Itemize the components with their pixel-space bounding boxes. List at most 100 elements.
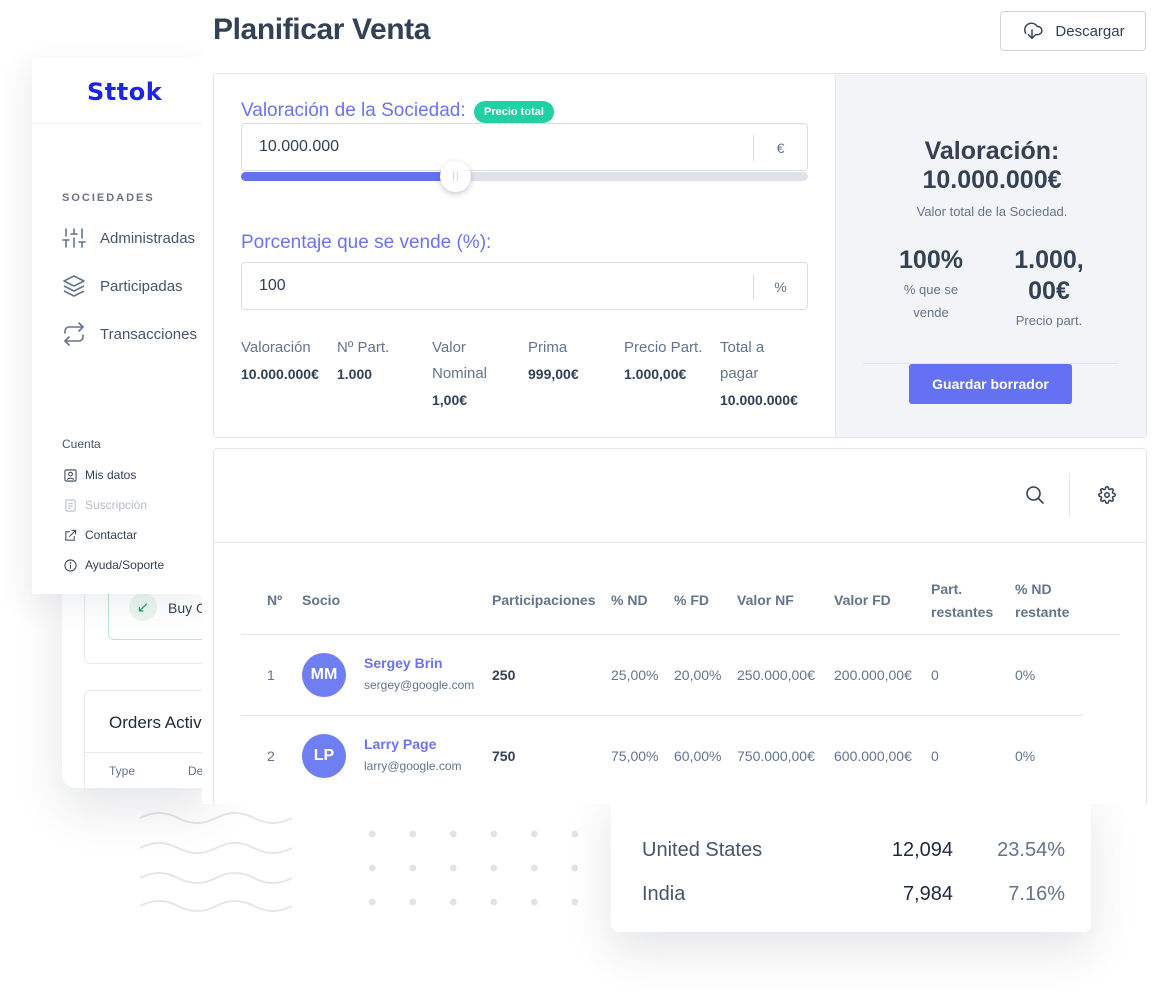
sliders-icon — [62, 226, 86, 250]
share-price-value-line: 1.000, — [1014, 246, 1084, 274]
avatar: MM — [302, 653, 346, 697]
layers-icon — [62, 274, 86, 298]
socio-email: sergey@google.com — [364, 678, 475, 692]
valuation-input[interactable] — [259, 124, 739, 170]
summary-label: Valor — [432, 339, 466, 356]
header-line: Part. — [931, 581, 963, 597]
percent-sold-value: 100% — [899, 246, 963, 274]
summary-label: Prima — [528, 339, 568, 356]
slider-fill — [241, 172, 457, 181]
cell-fd: 20,00% — [674, 667, 722, 683]
summary-value: 1,00€ — [432, 392, 468, 408]
summary-card: Valoración: 10.000.000€ Valor total de l… — [836, 74, 1146, 437]
country-value: 7,984 — [902, 883, 953, 905]
sidebar-item-administradas[interactable]: Administradas — [62, 224, 195, 252]
country-name: India — [642, 883, 686, 905]
socio-name[interactable]: Larry Page — [364, 736, 436, 752]
account-item-suscripcion[interactable]: Suscripción — [63, 496, 147, 514]
search-icon — [1026, 486, 1044, 504]
column-header-valor-fd[interactable]: Valor FD — [834, 589, 891, 612]
cell-valor-fd: 200.000,00€ — [834, 667, 912, 683]
sidebar-item-participadas[interactable]: Participadas — [62, 272, 183, 300]
swap-arrows-icon — [62, 322, 86, 346]
header-line: restantes — [931, 604, 994, 620]
account-item-label: Ayuda/Soporte — [85, 558, 165, 572]
summary-value: 1.000,00€ — [624, 366, 687, 382]
cell-num: 1 — [267, 667, 275, 683]
country-row: United States 12,094 23.54% — [642, 839, 1065, 869]
valuation-summary-title: Valoración: 10.000.000€ — [836, 137, 1146, 195]
sidebar-item-transacciones[interactable]: Transacciones — [62, 320, 197, 348]
section-label: SOCIEDADES — [62, 192, 155, 204]
account-item-label: Suscripción — [85, 498, 148, 512]
logo[interactable]: Sttok — [87, 78, 162, 106]
account-item-mis-datos[interactable]: Mis datos — [63, 466, 136, 484]
cell-participaciones: 250 — [492, 667, 516, 683]
summary-value: 999,00€ — [528, 366, 579, 382]
summary-label: Nº Part. — [337, 339, 390, 356]
document-icon — [63, 498, 77, 512]
account-label: Cuenta — [62, 437, 101, 451]
percent-suffix: % — [753, 274, 807, 300]
dots-decoration — [365, 825, 615, 910]
column-header-fd[interactable]: % FD — [674, 589, 709, 612]
column-header-participaciones[interactable]: Participaciones — [492, 589, 596, 612]
cell-num: 2 — [267, 748, 275, 764]
percentage-input[interactable] — [259, 263, 739, 309]
cell-nd: 75,00% — [611, 748, 659, 764]
account-item-ayuda[interactable]: Ayuda/Soporte — [63, 556, 164, 574]
cloud-download-icon — [1021, 22, 1043, 40]
share-price-value-line: 00€ — [1028, 277, 1070, 305]
valuation-field: € — [241, 123, 808, 171]
valuation-summary-subtitle: Valor total de la Sociedad. — [916, 204, 1068, 219]
summary-prima: Prima 999,00€ — [528, 335, 624, 387]
divider — [214, 542, 1146, 543]
country-percent: 7.16% — [1008, 883, 1065, 905]
socio-name[interactable]: Sergey Brin — [364, 655, 443, 671]
account-item-label: Contactar — [85, 528, 138, 542]
column-header-socio[interactable]: Socio — [302, 589, 340, 612]
page-title: Planificar Venta — [213, 13, 431, 46]
settings-button[interactable] — [1095, 483, 1119, 507]
arrow-down-left-icon: ↙ — [129, 593, 157, 621]
avatar: LP — [302, 734, 346, 778]
cell-part-restantes: 0 — [931, 748, 939, 764]
cell-part-restantes: 0 — [931, 667, 939, 683]
header-line: restante — [1015, 604, 1070, 620]
cell-valor-nf: 250.000,00€ — [737, 667, 815, 683]
slider-handle[interactable]: || — [440, 161, 472, 192]
download-label: Descargar — [1055, 22, 1125, 40]
search-button[interactable] — [1023, 483, 1047, 507]
summary-npart: Nº Part. 1.000 — [337, 335, 433, 387]
summary-precio: Precio Part. 1.000,00€ — [624, 335, 720, 387]
sidebar-item-label: Administradas — [100, 229, 196, 247]
gear-icon — [1098, 486, 1116, 504]
percent-sold-label-line: % que se — [903, 282, 959, 297]
summary-total: Total a pagar 10.000.000€ — [720, 335, 816, 413]
user-icon — [63, 468, 77, 482]
country-name: United States — [642, 839, 763, 861]
column-header-nd[interactable]: % ND — [611, 589, 648, 612]
wave-decoration — [140, 812, 293, 912]
percent-sold-label: % que se vende — [881, 278, 981, 324]
cell-valor-fd: 600.000,00€ — [834, 748, 912, 764]
valuation-slider[interactable]: || — [241, 161, 808, 192]
column-header-part-restantes[interactable]: Part. restantes — [931, 578, 993, 624]
account-item-contactar[interactable]: Contactar — [63, 526, 137, 544]
summary-value: 10.000.000€ — [241, 366, 319, 382]
column-header-num[interactable]: Nº — [267, 589, 282, 612]
column-header-valor-nf[interactable]: Valor NF — [737, 589, 794, 612]
divider — [1069, 473, 1070, 517]
column-header-nd-restante[interactable]: % ND restante — [1015, 578, 1069, 624]
divider — [241, 634, 1120, 635]
currency-suffix: € — [753, 135, 807, 161]
cell-nd-restante: 0% — [1015, 748, 1036, 764]
price-type-badge[interactable]: Precio total — [474, 101, 554, 123]
valuation-label: Valoración de la Sociedad: — [241, 100, 466, 121]
summary-label: Nominal — [432, 365, 488, 382]
save-draft-button[interactable]: Guardar borrador — [909, 364, 1072, 404]
summary-value: 1.000 — [337, 366, 373, 382]
download-button[interactable]: Descargar — [1000, 11, 1146, 51]
share-price-value: 1.000, 00€ — [999, 245, 1099, 307]
partners-table-panel: Nº Socio Participaciones % ND % FD Valor… — [213, 448, 1147, 804]
